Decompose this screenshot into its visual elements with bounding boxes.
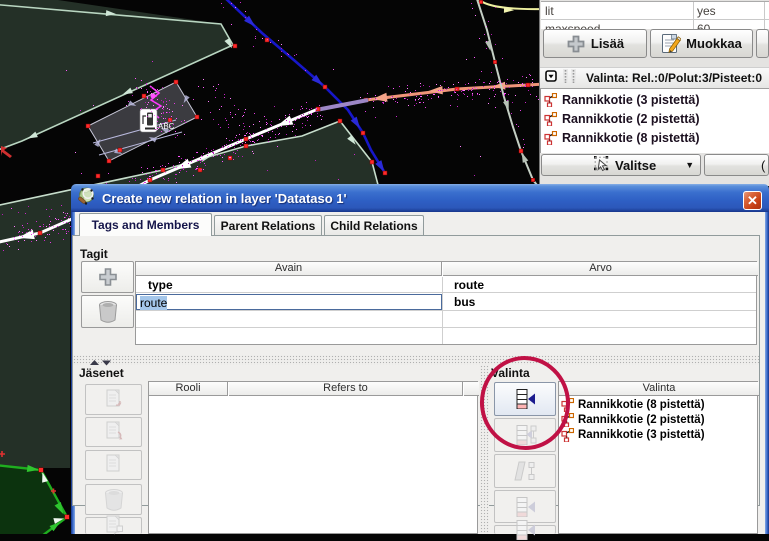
svg-text:ABC: ABC [158, 122, 175, 131]
